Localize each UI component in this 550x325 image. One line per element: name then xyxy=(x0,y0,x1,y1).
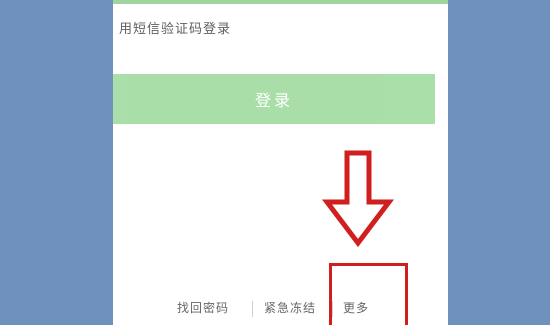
screenshot-stage: 用短信验证码登录 登录 找回密码 紧急冻结 更多 xyxy=(0,0,550,325)
footer-divider xyxy=(332,301,333,317)
footer-link-bar: 找回密码 紧急冻结 更多 xyxy=(113,299,448,319)
login-button[interactable]: 登录 xyxy=(113,74,435,124)
top-accent-line xyxy=(113,0,448,4)
emergency-freeze-link[interactable]: 紧急冻结 xyxy=(264,299,316,316)
mobile-login-screen: 用短信验证码登录 登录 找回密码 紧急冻结 更多 xyxy=(113,0,448,325)
more-link[interactable]: 更多 xyxy=(343,299,369,316)
find-password-link[interactable]: 找回密码 xyxy=(177,299,229,316)
down-arrow-icon xyxy=(321,150,395,248)
sms-login-link[interactable]: 用短信验证码登录 xyxy=(119,18,231,37)
footer-divider xyxy=(252,301,253,317)
